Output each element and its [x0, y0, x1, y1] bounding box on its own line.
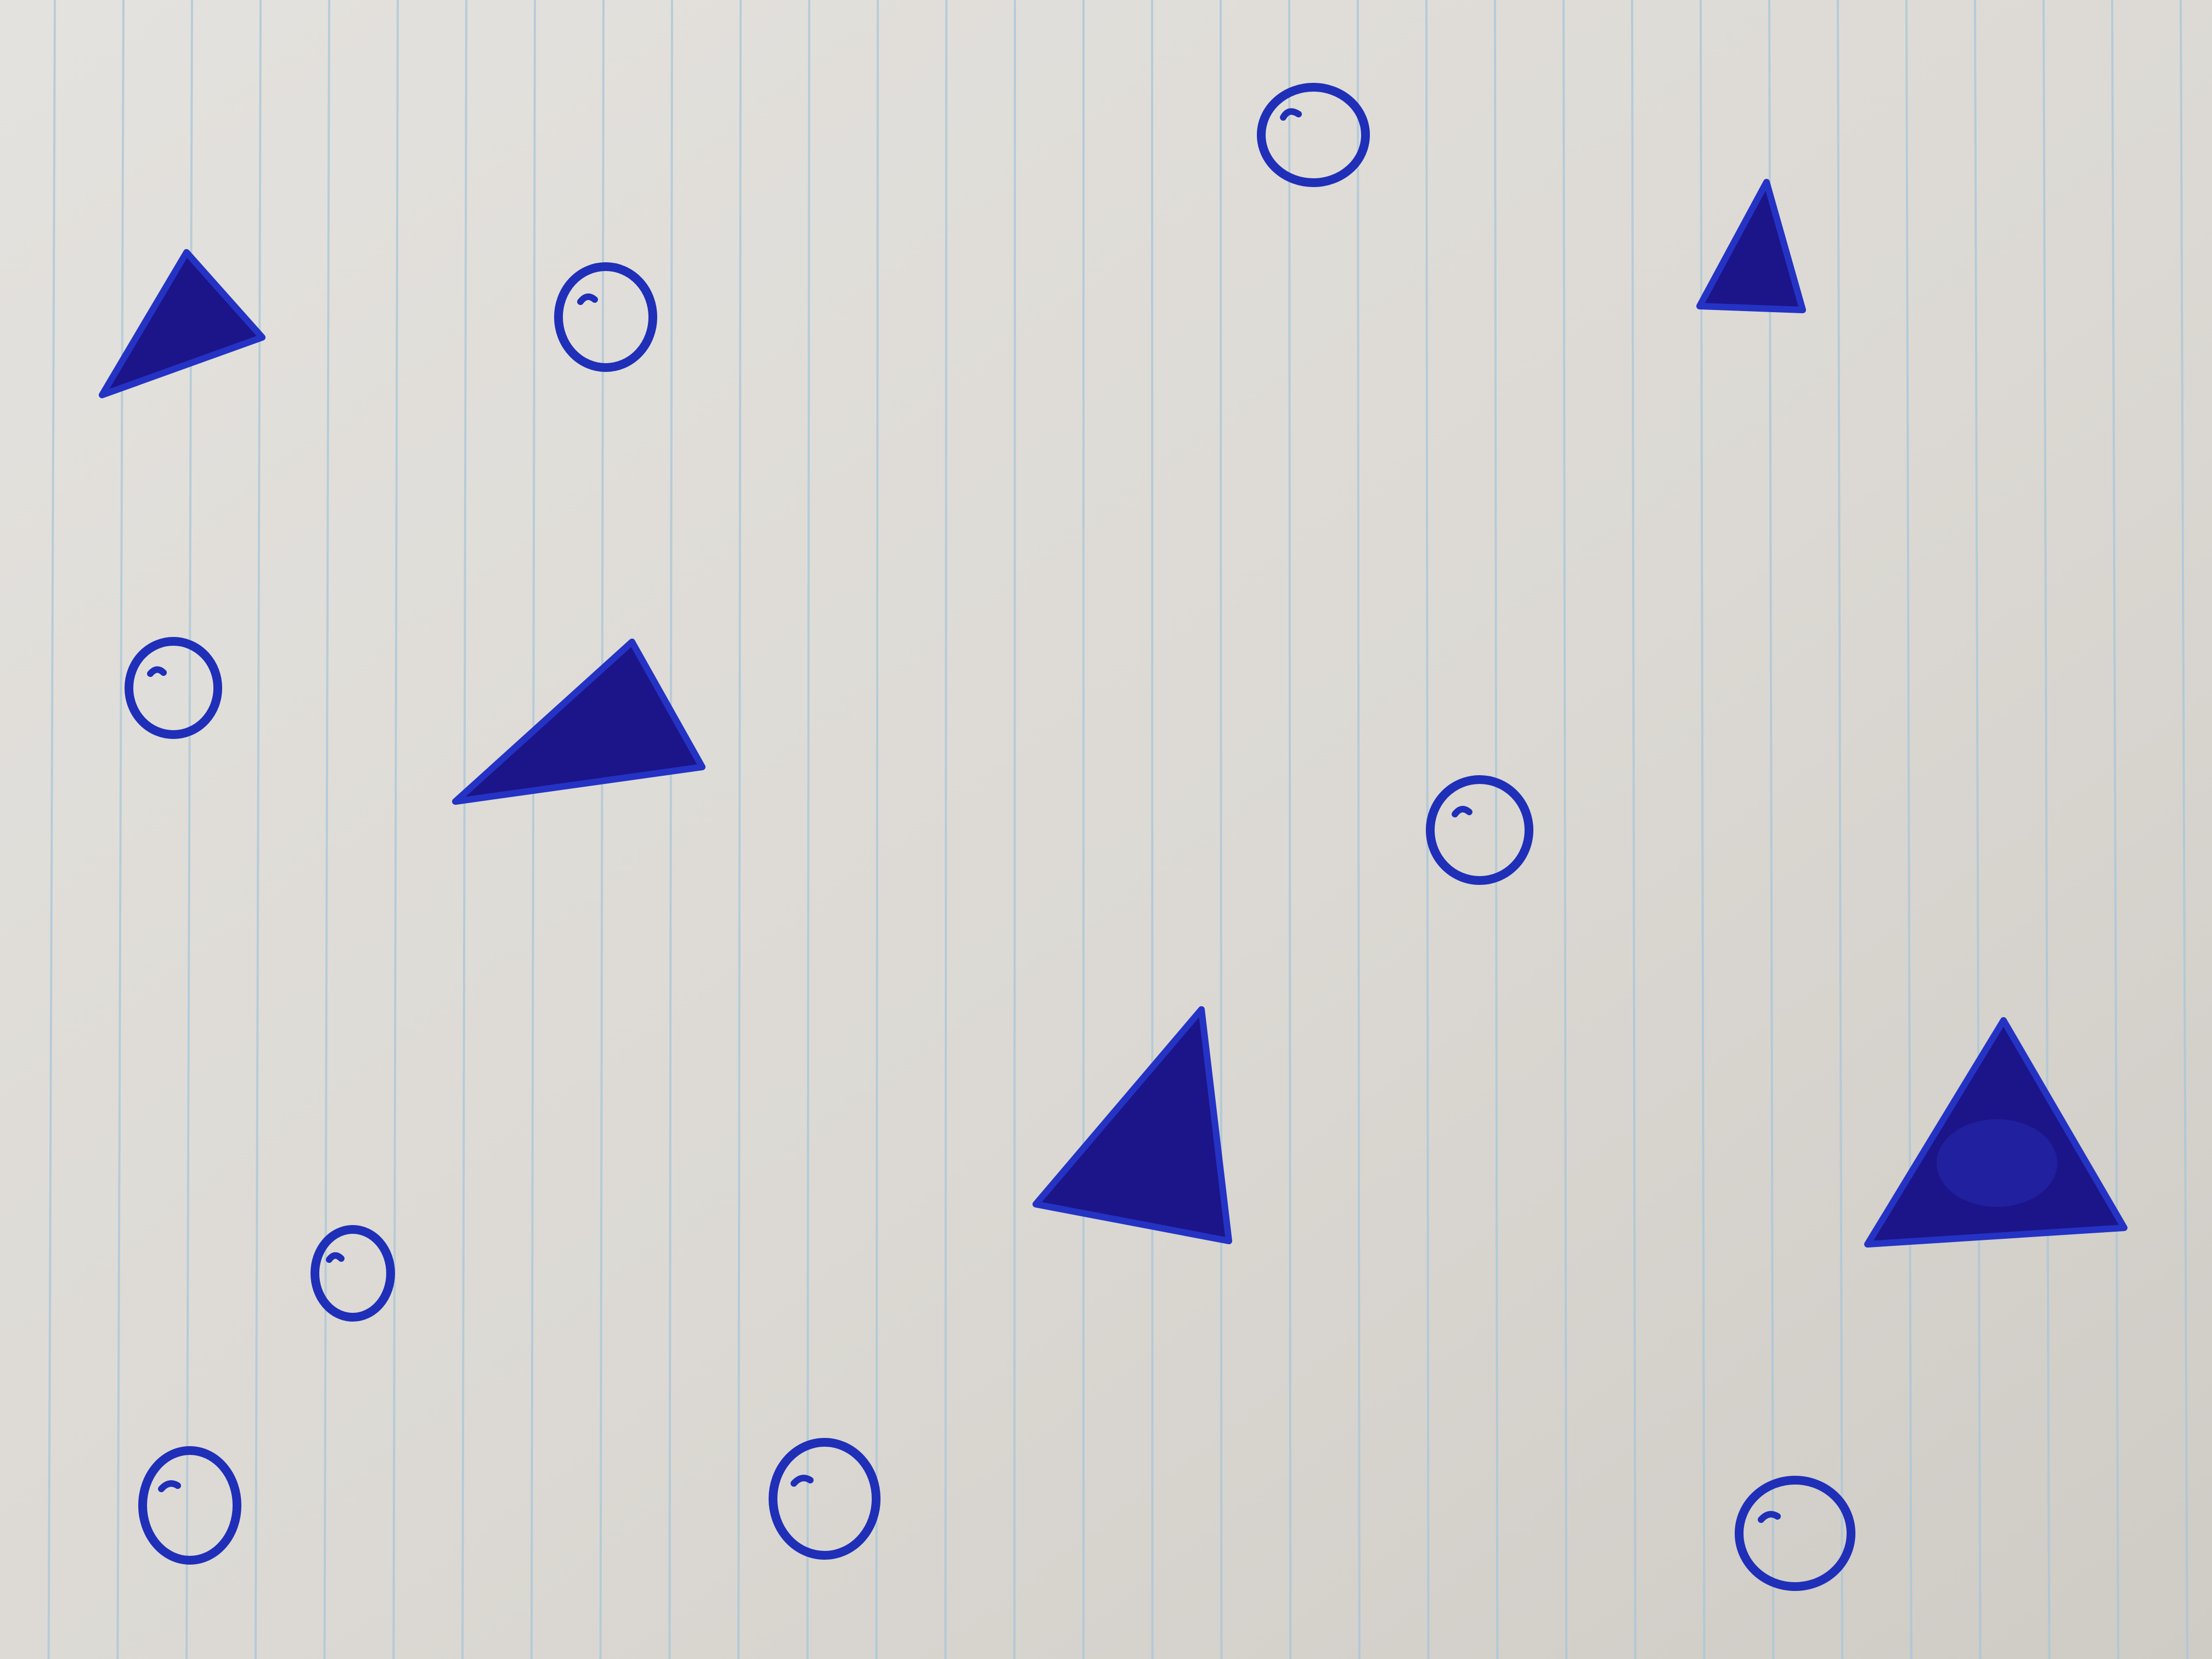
ruled-line	[875, 0, 879, 1659]
ruled-line	[944, 0, 947, 1659]
ink-highlight	[1937, 1119, 2057, 1207]
paper-background	[0, 0, 2212, 1659]
lined-paper-photo	[0, 0, 2212, 1659]
ruled-line	[1357, 0, 1361, 1659]
ruled-line	[1151, 0, 1154, 1659]
ruled-line	[1288, 0, 1292, 1659]
ruled-line	[1013, 0, 1016, 1659]
